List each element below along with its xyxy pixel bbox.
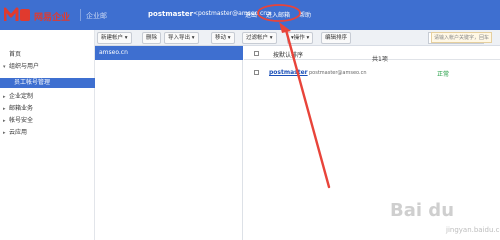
status-badge: 正常: [437, 71, 450, 78]
sidebar-item-label: 邮箱业务: [9, 105, 34, 112]
netease-logo-icon: [4, 7, 30, 21]
chevron-right-icon: ▸: [3, 94, 6, 100]
chevron-down-icon: ▾: [3, 64, 6, 70]
logo-divider: [80, 9, 81, 21]
logout-link[interactable]: 退出: [245, 10, 257, 19]
sort-column-header[interactable]: 按默认排序: [273, 50, 303, 59]
sidebar-item-label: 员工帐号管理: [14, 79, 51, 86]
watermark-url: jingyan.baidu.com: [446, 226, 500, 234]
sidebar-item-staff-accounts[interactable]: 员工帐号管理: [0, 78, 95, 88]
sidebar-item-org-users[interactable]: ▾ 组织与用户: [0, 62, 95, 72]
baidu-watermark: Bai du jingyan.baidu.com: [390, 200, 500, 238]
sidebar-item-label: 组织与用户: [9, 63, 40, 70]
sidebar: 首页 ▾ 组织与用户 员工帐号管理 ▸ 企业定制 ▸ 邮箱业务 ▸ 帐号安全 ▸…: [0, 30, 95, 240]
logo-subtitle: 企业邮: [86, 12, 107, 20]
watermark-brand: Bai du: [390, 200, 455, 221]
filter-accounts-button[interactable]: 过滤帐户 ▾: [242, 32, 277, 44]
enter-mailbox-link[interactable]: 进入邮箱: [266, 10, 290, 19]
item-count: 共1项: [372, 56, 388, 63]
top-header: 网易企业 企业邮 postmaster <postmaster@amseo.cn…: [0, 0, 500, 30]
edit-sort-button[interactable]: 编辑排序: [321, 32, 352, 44]
user-email: <postmaster@amseo.cn>: [193, 10, 273, 17]
user-name: postmaster: [148, 10, 194, 18]
sidebar-item-customization[interactable]: ▸ 企业定制: [0, 92, 95, 102]
delete-button[interactable]: 删除: [142, 32, 162, 44]
search-hint: 请输入帐户关键字，回车: [431, 32, 493, 43]
sidebar-item-cloud-apps[interactable]: ▸ 云应用: [0, 128, 95, 138]
help-link[interactable]: 帮助: [299, 10, 311, 19]
operations-button[interactable]: ▾操作 ▾: [287, 32, 314, 44]
domain-item[interactable]: amseo.cn: [95, 46, 243, 60]
chevron-right-icon: ▸: [3, 118, 6, 124]
select-all-checkbox[interactable]: [254, 51, 259, 56]
sidebar-item-account-security[interactable]: ▸ 帐号安全: [0, 116, 95, 126]
new-account-button[interactable]: 新建帐户 ▾: [97, 32, 132, 44]
row-checkbox[interactable]: [254, 70, 259, 75]
chevron-right-icon: ▸: [3, 130, 6, 136]
sidebar-item-label: 帐号安全: [9, 117, 34, 124]
move-button[interactable]: 移动 ▾: [211, 32, 235, 44]
sidebar-item-label: 企业定制: [9, 93, 34, 100]
account-name-link[interactable]: postmaster: [269, 69, 308, 76]
account-email: postmaster@amseo.cn: [309, 70, 367, 76]
sidebar-item-home[interactable]: 首页: [0, 50, 95, 60]
chevron-right-icon: ▸: [3, 106, 6, 112]
import-export-button[interactable]: 导入导出 ▾: [164, 32, 199, 44]
domain-list: amseo.cn: [95, 46, 243, 240]
sidebar-item-label: 云应用: [9, 129, 28, 136]
sidebar-item-label: 首页: [9, 51, 22, 58]
logo-text: 网易企业: [34, 13, 71, 23]
sidebar-item-mail-service[interactable]: ▸ 邮箱业务: [0, 104, 95, 114]
